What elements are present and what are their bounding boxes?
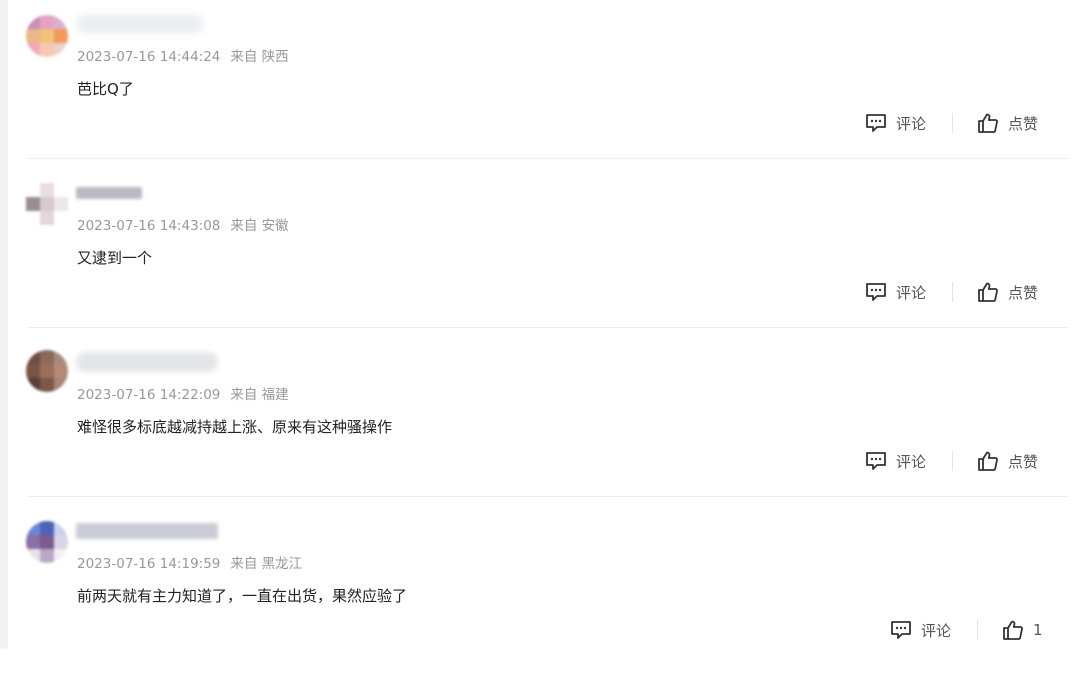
- avatar[interactable]: [26, 183, 68, 225]
- comment-timestamp: 2023-07-16 14:44:24: [77, 49, 221, 65]
- comment-meta: 2023-07-16 14:22:09 来自 福建: [77, 383, 289, 403]
- comment-actions: 评论 点赞: [865, 110, 1038, 136]
- thumbs-up-icon: [977, 112, 999, 134]
- like-button[interactable]: 1: [1002, 619, 1043, 641]
- username-redacted[interactable]: [76, 352, 218, 372]
- reply-button[interactable]: 评论: [865, 113, 926, 134]
- comment-timestamp: 2023-07-16 14:22:09: [77, 387, 221, 403]
- comment-location: 来自 安徽: [230, 218, 289, 234]
- comment-bubble-icon: [865, 451, 887, 471]
- comment-text: 又逮到一个: [77, 249, 153, 267]
- thumbs-up-icon: [977, 450, 999, 472]
- comment-meta: 2023-07-16 14:44:24 来自 陕西: [77, 45, 289, 65]
- reply-button[interactable]: 评论: [865, 282, 926, 303]
- like-count: 1: [1033, 621, 1043, 639]
- reply-button[interactable]: 评论: [890, 620, 951, 641]
- comment-timestamp: 2023-07-16 14:43:08: [77, 218, 221, 234]
- comment-text: 前两天就有主力知道了，一直在出货，果然应验了: [77, 587, 408, 605]
- comment-actions: 评论 1: [890, 617, 1043, 643]
- like-label: 点赞: [1008, 114, 1039, 133]
- like-button[interactable]: 点赞: [977, 112, 1038, 134]
- action-divider: [952, 282, 954, 302]
- comment-divider: [28, 158, 1068, 159]
- like-button[interactable]: 点赞: [977, 450, 1038, 472]
- avatar[interactable]: [26, 521, 68, 563]
- action-divider: [977, 620, 979, 640]
- reply-label: 评论: [896, 114, 927, 133]
- comment-meta: 2023-07-16 14:43:08 来自 安徽: [77, 214, 289, 234]
- comment-bubble-icon: [890, 620, 912, 640]
- comment-location: 来自 福建: [230, 387, 289, 403]
- username-redacted[interactable]: [76, 523, 218, 539]
- comment-location: 来自 黑龙江: [230, 556, 303, 572]
- reply-button[interactable]: 评论: [865, 451, 926, 472]
- comment-text: 芭比Q了: [77, 80, 134, 98]
- thumbs-up-icon: [977, 281, 999, 303]
- comment-text: 难怪很多标底越减持越上涨、原来有这种骚操作: [77, 418, 393, 436]
- comment-location: 来自 陕西: [230, 49, 289, 65]
- reply-label: 评论: [896, 452, 927, 471]
- like-label: 点赞: [1008, 452, 1039, 471]
- username-redacted[interactable]: [76, 14, 204, 34]
- reply-label: 评论: [896, 283, 927, 302]
- avatar[interactable]: [26, 350, 68, 392]
- avatar[interactable]: [26, 15, 68, 57]
- username-redacted[interactable]: [76, 187, 142, 199]
- comment-meta: 2023-07-16 14:19:59 来自 黑龙江: [77, 552, 302, 572]
- thumbs-up-icon: [1002, 619, 1024, 641]
- comment-item: 2023-07-16 14:19:59 来自 黑龙江 前两天就有主力知道了，一直在…: [0, 507, 1080, 675]
- comment-item: 2023-07-16 14:43:08 来自 安徽 又逮到一个 评论 点赞: [0, 169, 1080, 337]
- action-divider: [952, 113, 954, 133]
- action-divider: [952, 451, 954, 471]
- comment-bubble-icon: [865, 282, 887, 302]
- comment-bubble-icon: [865, 113, 887, 133]
- comment-item: 2023-07-16 14:22:09 来自 福建 难怪很多标底越减持越上涨、原来…: [0, 338, 1080, 506]
- comment-divider: [28, 327, 1068, 328]
- comment-item: 2023-07-16 14:44:24 来自 陕西 芭比Q了 评论 点赞: [0, 0, 1080, 168]
- comment-actions: 评论 点赞: [865, 448, 1038, 474]
- like-label: 点赞: [1008, 283, 1039, 302]
- like-button[interactable]: 点赞: [977, 281, 1038, 303]
- comment-actions: 评论 点赞: [865, 279, 1038, 305]
- comment-timestamp: 2023-07-16 14:19:59: [77, 556, 221, 572]
- comment-divider: [28, 496, 1068, 497]
- reply-label: 评论: [921, 621, 952, 640]
